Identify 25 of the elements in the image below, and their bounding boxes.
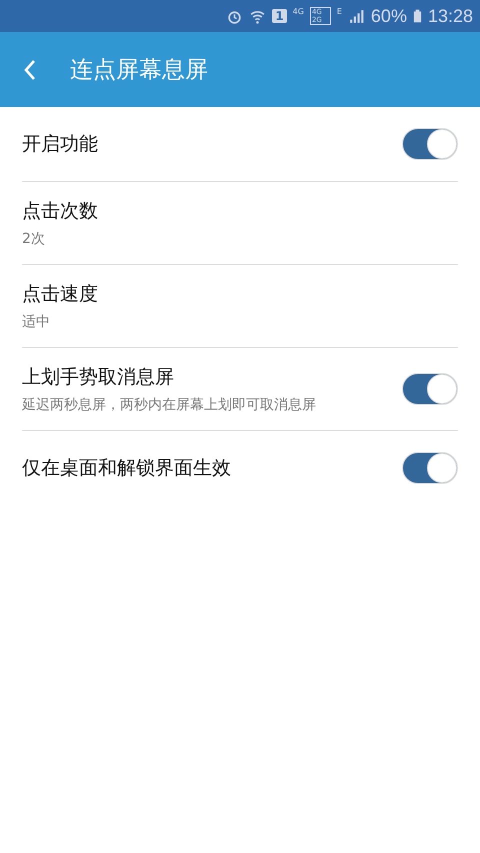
- toggle-switch[interactable]: [402, 128, 458, 160]
- toggle-switch[interactable]: [402, 373, 458, 405]
- setting-row[interactable]: 点击速度 适中: [22, 265, 458, 348]
- network-label: E: [336, 7, 342, 16]
- page-title: 连点屏幕息屏: [70, 56, 208, 85]
- sim-label: 1: [272, 9, 287, 23]
- signal-icon: [348, 8, 365, 24]
- battery-percent: 60%: [370, 6, 407, 26]
- setting-subtitle: 2次: [22, 230, 46, 248]
- setting-title: 点击次数: [22, 199, 98, 224]
- setting-row[interactable]: 开启功能: [22, 107, 458, 182]
- setting-title: 上划手势取消息屏: [22, 365, 175, 390]
- network-label: 4G: [292, 7, 304, 16]
- setting-row[interactable]: 点击次数 2次: [22, 182, 458, 265]
- setting-subtitle: 延迟两秒息屏，两秒内在屏幕上划即可取消息屏: [22, 396, 316, 414]
- setting-row[interactable]: 仅在桌面和解锁界面生效: [22, 431, 458, 505]
- setting-title: 点击速度: [22, 282, 98, 307]
- battery-icon: [412, 8, 422, 24]
- back-icon[interactable]: [22, 58, 38, 82]
- setting-subtitle: 适中: [22, 313, 51, 331]
- setting-title: 开启功能: [22, 132, 98, 157]
- toggle-switch[interactable]: [402, 452, 458, 484]
- setting-title: 仅在桌面和解锁界面生效: [22, 456, 231, 481]
- setting-row[interactable]: 上划手势取消息屏 延迟两秒息屏，两秒内在屏幕上划即可取消息屏: [22, 348, 458, 431]
- clock: 13:28: [428, 6, 473, 26]
